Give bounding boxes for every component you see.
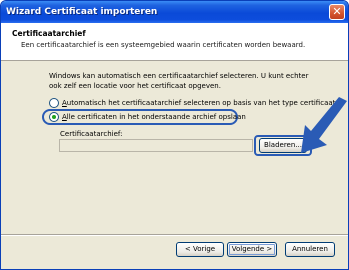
radio-manual-label: Alle certificaten in het onderstaande ar… [62, 113, 246, 121]
page-subtitle: Een certificaatarchief is een systeemgeb… [21, 41, 306, 49]
radio-manual-store[interactable]: Alle certificaten in het onderstaande ar… [49, 112, 246, 122]
wizard-header: Certificaatarchief Een certificaatarchie… [1, 23, 348, 61]
description-text: Windows kan automatisch een certificaata… [49, 72, 309, 90]
store-label: Certificaatarchief: [60, 130, 123, 138]
radio-auto-indicator[interactable] [49, 98, 59, 108]
browse-button[interactable]: Bladeren... [259, 138, 307, 153]
close-icon: ✕ [332, 5, 342, 18]
cancel-button[interactable]: Annuleren [285, 242, 335, 257]
radio-auto-select[interactable]: Automatisch het certificaatarchief selec… [49, 98, 335, 108]
pointer-arrow-icon [301, 97, 347, 153]
footer-divider [1, 234, 348, 236]
radio-manual-indicator[interactable] [49, 112, 59, 122]
next-button[interactable]: Volgende > [227, 242, 277, 257]
title-bar[interactable]: Wizard Certificaat importeren ✕ [1, 1, 348, 23]
wizard-window: Wizard Certificaat importeren ✕ Certific… [0, 0, 349, 270]
radio-auto-label: Automatisch het certificaatarchief selec… [62, 99, 336, 107]
close-button[interactable]: ✕ [329, 4, 345, 20]
store-field[interactable] [59, 139, 253, 152]
back-button[interactable]: < Vorige [176, 242, 224, 257]
window-title: Wizard Certificaat importeren [6, 7, 158, 17]
page-title: Certificaatarchief [12, 29, 86, 38]
